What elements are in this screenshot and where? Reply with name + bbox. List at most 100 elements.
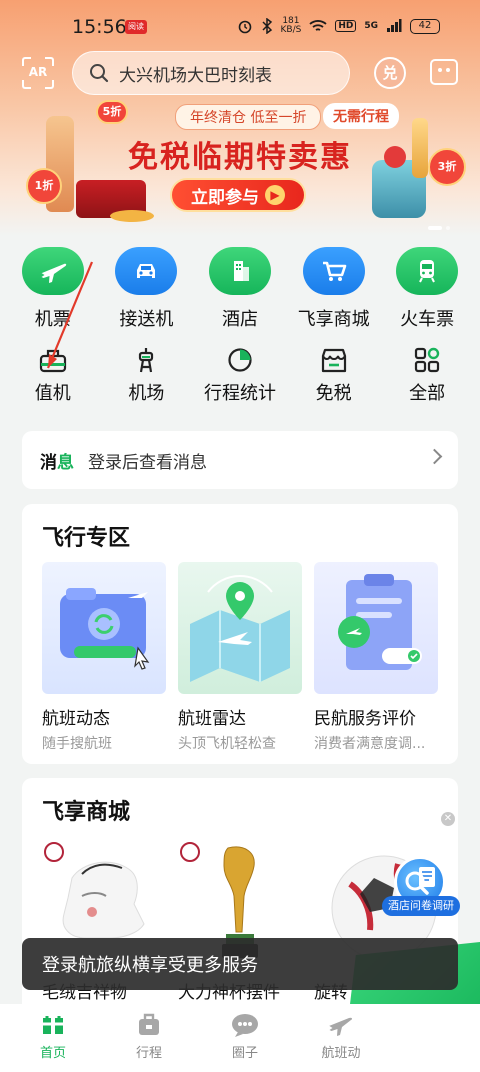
tile-subtitle: 头顶飞机轻松查 [178,736,276,752]
promo-title: 免税临期特卖惠 [128,140,352,175]
bottom-tab-bar: 首页 行程 圈子 航班动 [0,1004,480,1072]
train-icon [396,247,459,295]
header-banner: 15:56 阅读 181 KB/S HD 5G 42 AR 大兴机场大巴时刻表 … [0,0,480,236]
nav-label: 火车票 [400,309,455,330]
shop-icon [321,348,346,373]
net-speed-unit: KB/S [280,25,302,35]
tab-label: 行程 [135,1046,162,1061]
promo-tag: 无需行程 [323,103,399,129]
promo-cta-label: 立即参与 [191,187,259,208]
discount-badge-3: 3折 [428,148,466,186]
carousel-indicator [428,226,450,230]
nav-label: 全部 [409,383,446,404]
nav-trip-stats[interactable]: 行程统计 [195,347,285,411]
nav-train-tickets[interactable]: 火车票 [387,247,467,332]
alarm-icon [238,20,251,34]
section-title: 飞享商城 [42,800,131,825]
service-rating-illustration [314,562,438,694]
status-bar: 15:56 阅读 181 KB/S HD 5G 42 [0,14,480,42]
nav-checkin[interactable]: 值机 [8,347,98,411]
discount-badge-1: 1折 [26,168,62,204]
nav-label: 行程统计 [203,383,276,404]
nav-flight-tickets[interactable]: 机票 [13,247,93,332]
flight-status-illustration [42,562,166,694]
tab-label: 航班动 [321,1046,361,1061]
nav-airport[interactable]: 机场 [101,347,191,411]
promo-subtitle: 年终清仓 低至一折 [175,104,322,130]
hotel-survey-float[interactable]: 酒店问卷调研 [382,856,460,920]
tile-title: 航班动态 [42,709,110,729]
flight-zone-card: 飞行专区 航班动态 随手搜航班 航班雷达 头顶飞机轻松查 民航服务评价 消费者满… [22,504,458,764]
plane-icon [21,247,84,295]
tile-service-rating[interactable]: 民航服务评价 消费者满意度调... [314,562,438,753]
suitcase-icon [139,1013,159,1035]
search-placeholder: 大兴机场大巴时刻表 [119,65,272,86]
nav-label: 酒店 [221,309,258,330]
battery-indicator: 42 [410,18,440,34]
toast-text: 登录航旅纵横享受更多服务 [42,955,258,976]
home-icon [41,1016,65,1034]
promo-banner[interactable]: 1折 5折 3折 年终清仓 低至一折 无需行程 免税临期特卖惠 立即参与 ▶ [0,98,480,236]
hotel-icon [208,247,271,295]
nav-label: 免税 [315,383,352,404]
nav-all[interactable]: 全部 [382,347,472,411]
tab-trips[interactable]: 行程 [101,1004,197,1072]
nav-shop[interactable]: 飞享商城 [294,247,374,332]
grid-icon [415,347,440,373]
net-speed: 181 KB/S [281,17,302,35]
nav-label: 接送机 [119,309,174,330]
section-title: 飞行专区 [42,526,131,551]
nav-duty-free[interactable]: 免税 [289,347,379,411]
message-tag-b: 息 [57,452,74,473]
chat-bubble-icon [232,1014,258,1037]
tile-title: 民航服务评价 [314,709,416,729]
tile-title: 航班雷达 [178,709,246,729]
tab-home[interactable]: 首页 [5,1004,101,1072]
message-tag: 消息 [40,448,74,473]
lipstick-image [412,118,428,178]
quick-nav-primary: 机票 接送机 酒店 飞享商城 火车票 [0,247,480,332]
nav-label: 值机 [34,383,71,404]
flight-radar-illustration [178,562,302,694]
checkin-icon [39,349,66,373]
status-time: 15:56 [72,16,127,38]
coins-image [110,210,154,222]
message-text: 登录后查看消息 [88,452,207,473]
hd-badge: HD [335,20,357,32]
tab-flight-status[interactable]: 航班动 [293,1004,389,1072]
message-center-icon[interactable] [430,59,458,85]
message-tag-a: 消 [40,452,57,473]
message-banner[interactable]: 消息 登录后查看消息 [22,431,458,489]
tab-circle[interactable]: 圈子 [197,1004,293,1072]
chevron-right-icon [426,448,443,465]
airport-icon [139,348,154,373]
plane-icon [329,1017,353,1036]
login-toast[interactable]: 登录航旅纵横享受更多服务 [22,938,458,990]
search-icon [90,64,109,83]
search-input[interactable]: 大兴机场大巴时刻表 [72,51,350,95]
nav-airport-transfer[interactable]: 接送机 [106,247,186,332]
tile-flight-radar[interactable]: 航班雷达 头顶飞机轻松查 [178,562,302,753]
ar-scan-button[interactable]: AR [22,57,54,89]
nav-hotel[interactable]: 酒店 [200,247,280,332]
survey-label: 酒店问卷调研 [382,896,460,916]
tile-subtitle: 消费者满意度调... [314,736,426,752]
notification-badge: 阅读 [125,20,147,34]
promo-cta-button[interactable]: 立即参与 ▶ [170,178,306,212]
signal-label: 5G [364,21,378,31]
discount-badge-5: 5折 [96,100,128,124]
close-icon[interactable]: ✕ [441,812,455,826]
tab-label: 圈子 [231,1046,258,1061]
nav-label: 机票 [34,309,71,330]
wifi-icon [309,20,327,31]
tile-flight-status[interactable]: 航班动态 随手搜航班 [42,562,166,753]
car-icon [115,247,178,295]
pie-chart-icon [228,348,252,372]
rose-image [384,146,406,168]
ar-label: AR [28,65,48,79]
nav-label: 飞享商城 [297,309,370,330]
points-exchange-button[interactable]: 兑 [374,57,406,89]
quick-nav-secondary: 值机 机场 行程统计 免税 全部 [0,347,480,411]
tab-label: 首页 [39,1046,66,1061]
cart-icon [302,247,365,295]
